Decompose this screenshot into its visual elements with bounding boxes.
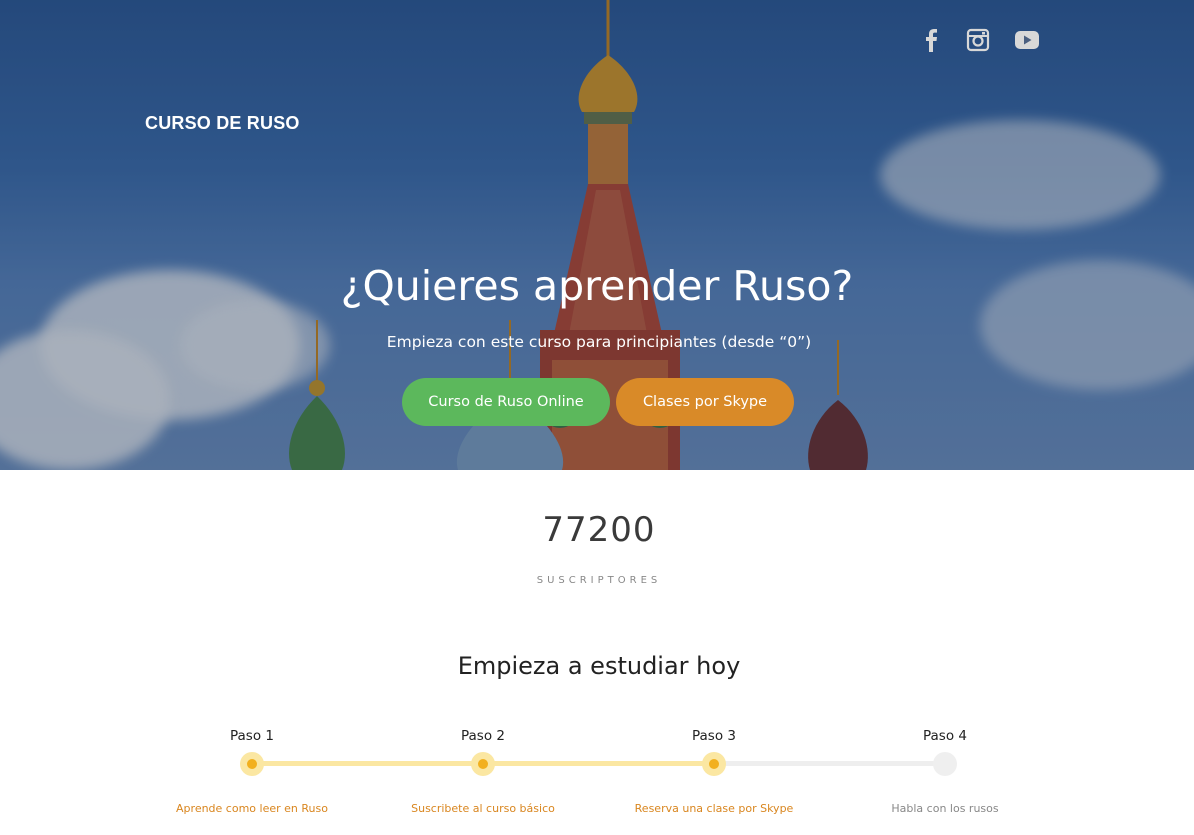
brand-logo[interactable]: CURSO DE RUSO <box>145 113 300 134</box>
step-description[interactable]: Habla con los rusos <box>835 802 1055 815</box>
youtube-icon[interactable] <box>1014 29 1040 55</box>
hero-title: ¿Quieres aprender Ruso? <box>340 262 854 310</box>
step-description[interactable]: Reserva una clase por Skype <box>604 802 824 815</box>
subscriber-label: SUSCRIPTORES <box>536 575 662 586</box>
step-dot-completed <box>702 752 726 776</box>
steps-progress: Paso 1 Aprende como leer en Ruso Paso 2 … <box>0 720 1194 830</box>
step-dot-completed <box>471 752 495 776</box>
instagram-icon[interactable] <box>966 28 990 56</box>
step-label: Paso 3 <box>692 728 736 744</box>
hero-subtitle: Empieza con este curso para principiante… <box>386 333 812 351</box>
subscriber-count: 77200 <box>542 510 656 550</box>
steps-section-title: Empieza a estudiar hoy <box>457 652 741 680</box>
social-links <box>920 28 1040 56</box>
step-label: Paso 2 <box>461 728 505 744</box>
step-description[interactable]: Aprende como leer en Ruso <box>142 802 362 815</box>
step-label: Paso 1 <box>230 728 274 744</box>
step-label: Paso 4 <box>923 728 967 744</box>
step-description[interactable]: Suscribete al curso básico <box>373 802 593 815</box>
online-course-button[interactable]: Curso de Ruso Online <box>402 378 610 426</box>
facebook-icon[interactable] <box>920 28 942 56</box>
hero-section: CURSO DE RUSO ¿Quieres aprender Ruso? Em… <box>0 0 1194 470</box>
skype-classes-button[interactable]: Clases por Skype <box>616 378 794 426</box>
progress-track-remaining <box>714 761 945 766</box>
step-dot-completed <box>240 752 264 776</box>
step-dot-pending <box>933 752 957 776</box>
